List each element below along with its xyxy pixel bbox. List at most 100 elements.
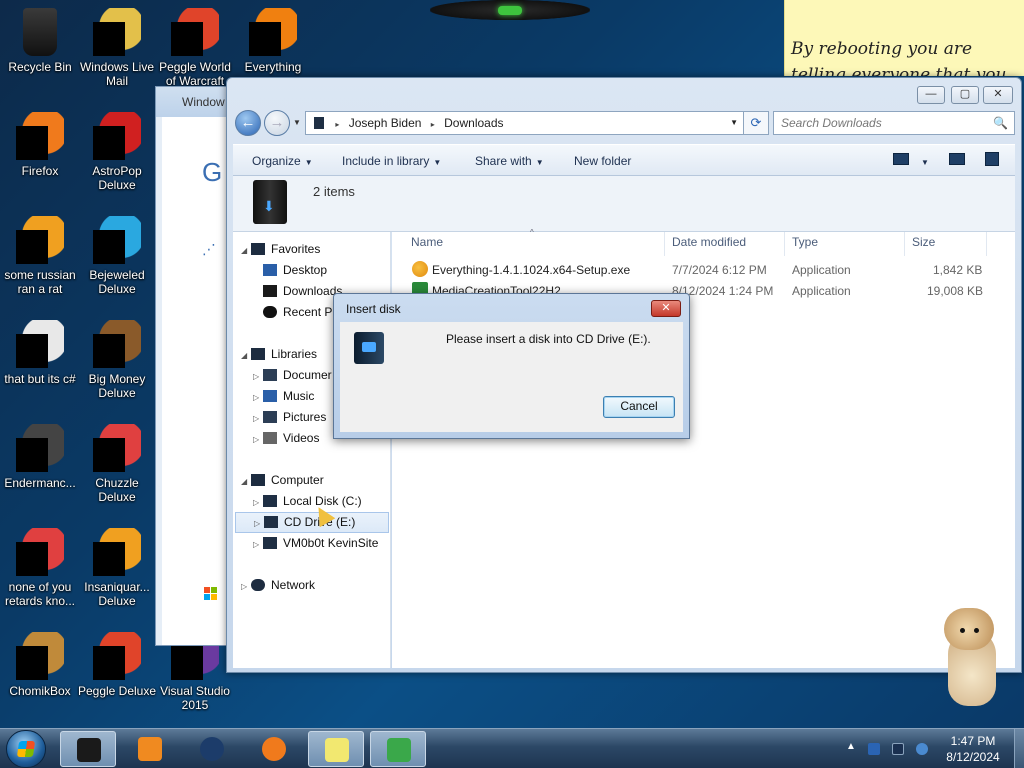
search-icon[interactable]: 🔍 [993, 116, 1008, 130]
peggle-icon [171, 8, 219, 56]
hamster-desktop-pet[interactable] [940, 604, 1004, 708]
back-button[interactable]: ← [235, 110, 261, 136]
refresh-button[interactable]: ⟳ [743, 111, 769, 135]
address-dropdown-button[interactable]: ▼ [730, 118, 738, 127]
column-divider[interactable] [784, 232, 785, 256]
sticky-note[interactable]: By rebooting you are telling everyone th… [784, 0, 1024, 76]
taskbar-button[interactable] [184, 731, 240, 767]
search-input[interactable]: Search Downloads 🔍 [773, 111, 1015, 135]
desktop-icon[interactable]: AstroPop Deluxe [77, 112, 157, 192]
expand-icon[interactable]: ◢ [241, 477, 251, 486]
tree-documents[interactable]: ▷ Documer [253, 368, 332, 382]
column-type[interactable]: Type [792, 235, 818, 249]
expand-icon[interactable]: ▷ [253, 414, 263, 423]
organize-button[interactable]: Organize ▼ [252, 154, 313, 168]
taskbar-button[interactable] [308, 731, 364, 767]
taskbar-button[interactable] [60, 731, 116, 767]
tree-desktop[interactable]: Desktop [263, 263, 327, 277]
desktop-icon[interactable]: Endermanc... [0, 424, 80, 490]
change-view-icon[interactable] [893, 153, 909, 165]
desktop-icon[interactable]: Chuzzle Deluxe [77, 424, 157, 504]
expand-icon[interactable]: ▷ [253, 372, 263, 381]
peggle-icon [93, 632, 141, 680]
expand-icon[interactable]: ▷ [253, 540, 263, 549]
taskbar-button[interactable] [246, 731, 302, 767]
expand-icon[interactable]: ▷ [253, 393, 263, 402]
tree-label: Recent Pl [283, 305, 336, 319]
desktop-icon[interactable]: Windows Live Mail [77, 8, 157, 88]
close-button[interactable]: ✕ [983, 86, 1013, 104]
volume-icon[interactable] [916, 743, 928, 755]
tree-libraries[interactable]: ◢ Libraries [241, 347, 317, 361]
background-window[interactable]: Window G ⋰ [155, 86, 235, 646]
breadcrumb-downloads[interactable]: Downloads [444, 116, 503, 130]
column-size[interactable]: Size [912, 235, 935, 249]
expand-icon[interactable]: ▷ [254, 519, 264, 528]
clock-time: 1:47 PM [950, 734, 996, 748]
expand-icon[interactable]: ▷ [253, 435, 263, 444]
desktop-icon-label: ChomikBox [9, 684, 71, 698]
show-desktop-button[interactable] [1014, 729, 1024, 768]
desktop-icon[interactable]: Firefox [0, 112, 80, 178]
desktop-icon[interactable]: Recycle Bin [0, 8, 80, 74]
breadcrumb-separator[interactable]: ▸ [431, 120, 435, 129]
include-in-library-button[interactable]: Include in library ▼ [342, 154, 441, 168]
new-folder-button[interactable]: New folder [574, 154, 631, 168]
file-row[interactable]: Everything-1.4.1.1024.x64-Setup.exe 7/7/… [392, 260, 992, 280]
tree-network-share[interactable]: ▷ VM0b0t KevinSite [253, 536, 378, 550]
dialog-close-button[interactable]: ✕ [651, 300, 681, 317]
view-options-dropdown[interactable]: ▼ [917, 154, 929, 168]
videos-icon [263, 432, 277, 444]
maximize-button[interactable]: ▢ [951, 86, 979, 104]
cancel-button[interactable]: Cancel [603, 396, 675, 418]
desktop-icon[interactable]: Bejeweled Deluxe [77, 216, 157, 296]
column-date-modified[interactable]: Date modified [672, 235, 746, 249]
network-status-icon[interactable] [868, 743, 880, 755]
desktop-icon[interactable]: Big Money Deluxe [77, 320, 157, 400]
tree-downloads[interactable]: Downloads [263, 284, 342, 298]
expand-icon[interactable]: ▷ [241, 582, 251, 591]
share-with-button[interactable]: Share with ▼ [475, 154, 544, 168]
forward-button[interactable]: → [264, 110, 290, 136]
tree-pictures[interactable]: ▷ Pictures [253, 410, 326, 424]
display-icon[interactable] [892, 743, 904, 755]
breadcrumb-separator[interactable]: ▸ [335, 120, 339, 129]
expand-icon[interactable]: ◢ [241, 351, 251, 360]
tree-music[interactable]: ▷ Music [253, 389, 314, 403]
minimize-button[interactable]: — [917, 86, 945, 104]
taskbar-button[interactable] [370, 731, 426, 767]
desktop-icon[interactable]: Peggle Deluxe [77, 632, 157, 698]
column-divider[interactable] [986, 232, 987, 256]
breadcrumb-user[interactable]: Joseph Biden [349, 116, 422, 130]
desktop-icon[interactable]: that but its c# [0, 320, 80, 386]
preview-pane-icon[interactable] [949, 153, 965, 165]
system-clock[interactable]: 1:47 PM 8/12/2024 [936, 733, 1010, 765]
taskbar-button[interactable] [122, 731, 178, 767]
column-name[interactable]: Name [411, 235, 443, 249]
desktop-icon[interactable]: ChomikBox [0, 632, 80, 698]
address-bar[interactable]: ▸ Joseph Biden ▸ Downloads ▼ [305, 111, 745, 135]
expand-icon[interactable]: ◢ [241, 246, 251, 255]
desktop-icon[interactable]: none of you retards kno... [0, 528, 80, 608]
tree-local-disk-c[interactable]: ▷ Local Disk (C:) [253, 494, 362, 508]
desktop-icon[interactable]: Everything [233, 8, 313, 74]
column-divider[interactable] [664, 232, 665, 256]
help-icon[interactable] [985, 152, 999, 166]
start-button[interactable] [6, 730, 46, 768]
tree-computer[interactable]: ◢ Computer [241, 473, 324, 487]
column-divider[interactable] [904, 232, 905, 256]
desktop-icon[interactable]: Insaniquar... Deluxe [77, 528, 157, 608]
recent-pages-dropdown[interactable]: ▼ [293, 118, 301, 127]
desktop-icon[interactable]: Peggle World of Warcraft [155, 8, 235, 88]
tree-videos[interactable]: ▷ Videos [253, 431, 319, 445]
tree-recent-places[interactable]: Recent Pl [263, 305, 335, 319]
desktop-icon[interactable]: some russian ran a rat [0, 216, 80, 296]
expand-icon[interactable]: ▷ [253, 498, 263, 507]
downloads-icon [263, 285, 277, 297]
media-player-icon [138, 737, 162, 761]
show-hidden-icons-button[interactable]: ▲ [846, 741, 856, 752]
navigation-bar: ← → ▼ ▸ Joseph Biden ▸ Downloads ▼ ⟳ Sea… [235, 110, 1015, 136]
tree-network[interactable]: ▷ Network [241, 578, 315, 592]
tree-favorites[interactable]: ◢ Favorites [241, 242, 320, 256]
insert-disk-dialog[interactable]: Insert disk ✕ Please insert a disk into … [333, 293, 690, 439]
